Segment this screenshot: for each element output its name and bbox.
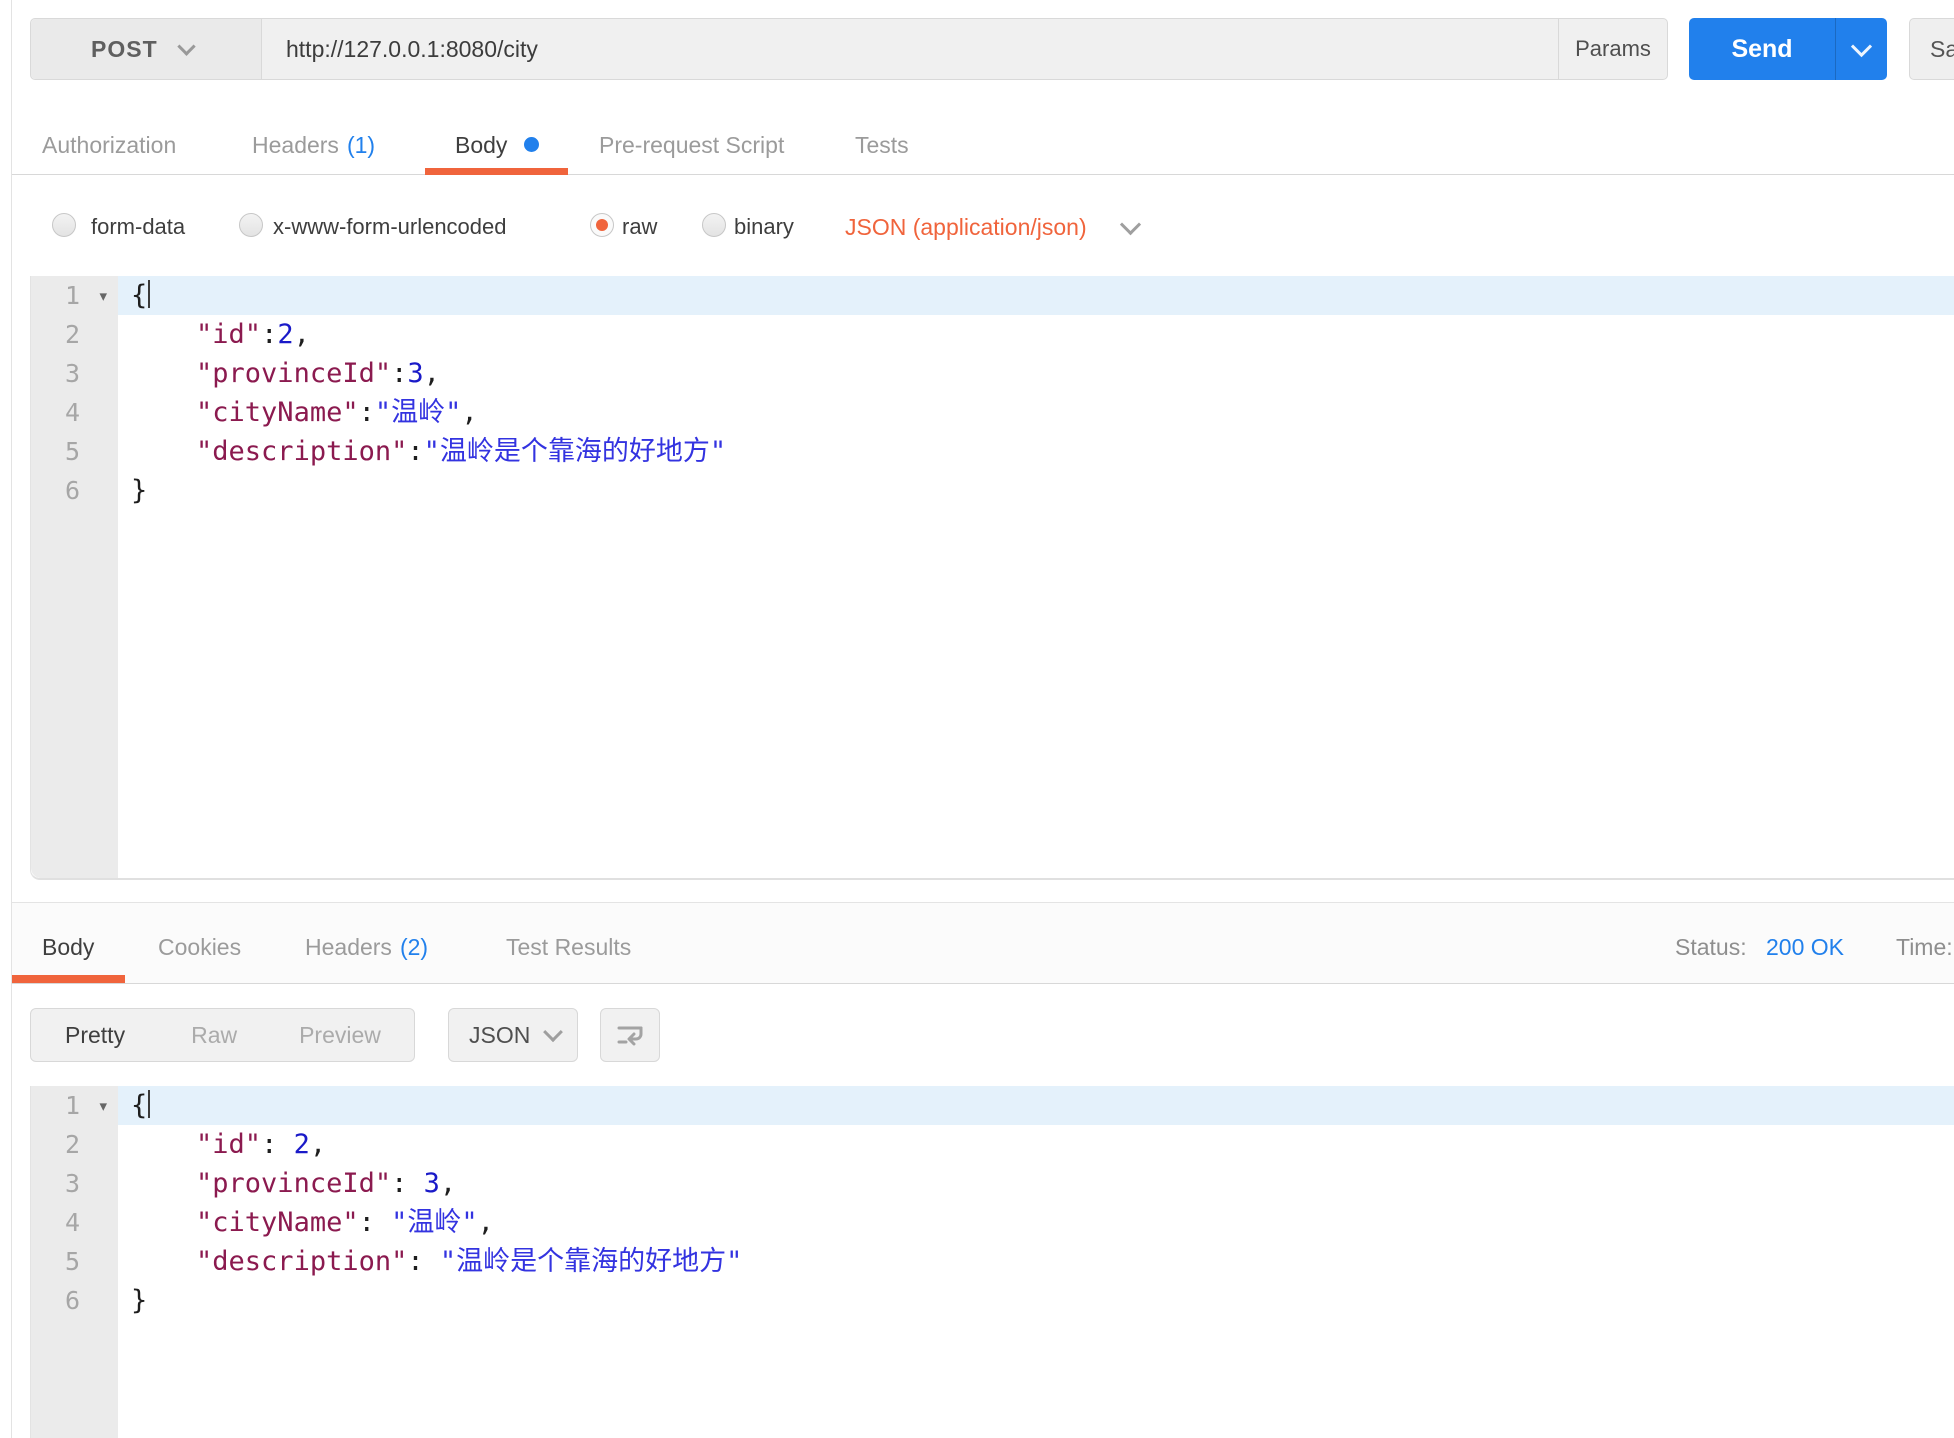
- body-content-dot-indicator: [524, 137, 539, 152]
- response-tab-cookies[interactable]: Cookies: [158, 934, 241, 961]
- line-number: 3: [31, 354, 118, 393]
- response-tab-test-results[interactable]: Test Results: [506, 934, 631, 961]
- send-label: Send: [1689, 35, 1835, 64]
- wrap-text-icon: [614, 1019, 646, 1051]
- request-tabs-border: [12, 174, 1954, 175]
- sidebar-edge: [0, 0, 12, 1438]
- response-toolbar: Pretty Raw Preview JSON: [30, 1008, 1954, 1062]
- code-line: }: [118, 1281, 1954, 1320]
- send-button[interactable]: Send: [1689, 18, 1887, 80]
- radio-x-www-form-urlencoded[interactable]: [239, 213, 263, 237]
- time-label: Time:: [1896, 934, 1953, 961]
- response-headers-label: Headers: [305, 934, 392, 960]
- code-line: {: [118, 1086, 1954, 1125]
- radio-raw[interactable]: [590, 213, 614, 237]
- code-line: "id":2,: [118, 315, 1954, 354]
- chevron-down-icon: [1851, 36, 1872, 57]
- line-number: 5: [31, 1242, 118, 1281]
- tab-headers[interactable]: Headers (1): [252, 132, 375, 159]
- params-button[interactable]: Params: [1558, 19, 1667, 79]
- response-language-dropdown[interactable]: JSON: [448, 1008, 578, 1062]
- send-options-button[interactable]: [1836, 42, 1887, 57]
- status-label: Status:: [1675, 934, 1747, 961]
- content-type-chevron[interactable]: [1103, 220, 1138, 240]
- line-number: 1▾: [31, 1086, 118, 1125]
- chevron-down-icon: [1120, 214, 1141, 235]
- response-tab-body[interactable]: Body: [42, 934, 94, 961]
- view-toggle-preview[interactable]: Preview: [299, 1022, 381, 1049]
- tab-authorization[interactable]: Authorization: [42, 132, 176, 159]
- radio-raw-label[interactable]: raw: [622, 214, 657, 240]
- view-toggle-group: Pretty Raw Preview: [30, 1008, 415, 1062]
- tab-body[interactable]: Body: [455, 132, 507, 159]
- code-line: "description": "温岭是个靠海的好地方": [118, 1242, 1954, 1281]
- line-number: 2: [31, 1125, 118, 1164]
- response-language-label: JSON: [469, 1022, 530, 1049]
- code-line: "description":"温岭是个靠海的好地方": [118, 432, 1954, 471]
- postman-window: { "colors": { "accent-blue": "#2180EC", …: [0, 0, 1954, 1438]
- text-cursor: [148, 280, 150, 308]
- radio-x-www-form-urlencoded-label[interactable]: x-www-form-urlencoded: [273, 214, 507, 240]
- url-text: http://127.0.0.1:8080/city: [286, 36, 538, 63]
- line-number-gutter: 1▾23456: [31, 1086, 118, 1438]
- view-toggle-raw[interactable]: Raw: [191, 1022, 237, 1049]
- tab-pre-request-script[interactable]: Pre-request Script: [599, 132, 784, 159]
- response-tab-headers[interactable]: Headers (2): [305, 934, 428, 961]
- chevron-down-icon: [543, 1022, 563, 1042]
- response-tabs: Body Cookies Headers (2) Test Results Sta…: [0, 934, 1954, 976]
- body-type-bar: form-data x-www-form-urlencoded raw bina…: [0, 205, 1954, 251]
- text-cursor: [148, 1090, 150, 1118]
- code-line: "provinceId": 3,: [118, 1164, 1954, 1203]
- radio-binary-label[interactable]: binary: [734, 214, 794, 240]
- method-dropdown[interactable]: POST: [31, 19, 262, 79]
- view-toggle-pretty[interactable]: Pretty: [65, 1022, 125, 1049]
- active-tab-underline: [425, 168, 568, 175]
- response-body-editor: 1▾23456 { "id": 2, "provinceId": 3, "cit…: [30, 1086, 1954, 1438]
- code-line: {: [118, 276, 1954, 315]
- line-number: 1▾: [31, 276, 118, 315]
- headers-count-badge: (1): [347, 132, 375, 158]
- code-line: "provinceId":3,: [118, 354, 1954, 393]
- radio-form-data[interactable]: [52, 213, 76, 237]
- line-number: 2: [31, 315, 118, 354]
- line-number-gutter: 1▾23456: [31, 276, 118, 878]
- line-number: 5: [31, 432, 118, 471]
- tab-headers-label: Headers: [252, 132, 339, 158]
- line-number: 4: [31, 1203, 118, 1242]
- line-number: 4: [31, 393, 118, 432]
- response-headers-count-badge: (2): [400, 934, 428, 960]
- line-number: 6: [31, 471, 118, 510]
- code-line: "id": 2,: [118, 1125, 1954, 1164]
- response-code-area: { "id": 2, "provinceId": 3, "cityName": …: [118, 1086, 1954, 1320]
- fold-toggle-icon[interactable]: ▾: [99, 277, 107, 316]
- line-number: 3: [31, 1164, 118, 1203]
- save-label: Save: [1930, 36, 1954, 63]
- request-code-area[interactable]: { "id":2, "provinceId":3, "cityName":"温岭…: [118, 276, 1954, 510]
- status-value[interactable]: 200 OK: [1766, 934, 1844, 961]
- url-builder-group: POST http://127.0.0.1:8080/city Params: [30, 18, 1668, 80]
- url-builder-row: POST http://127.0.0.1:8080/city Params S…: [30, 18, 1954, 80]
- code-line: }: [118, 471, 1954, 510]
- radio-binary[interactable]: [702, 213, 726, 237]
- params-label: Params: [1575, 36, 1651, 62]
- url-input[interactable]: http://127.0.0.1:8080/city: [262, 19, 1558, 79]
- tab-tests[interactable]: Tests: [855, 132, 909, 159]
- line-number: 6: [31, 1281, 118, 1320]
- code-line: "cityName":"温岭",: [118, 393, 1954, 432]
- code-line: "cityName": "温岭",: [118, 1203, 1954, 1242]
- save-button[interactable]: Save: [1909, 18, 1954, 80]
- radio-form-data-label[interactable]: form-data: [91, 214, 185, 240]
- chevron-down-icon: [177, 37, 195, 55]
- method-label: POST: [91, 36, 158, 63]
- response-active-tab-underline: [12, 975, 125, 983]
- request-tabs: Authorization Headers (1) Body Pre-reques…: [0, 132, 1954, 174]
- request-body-editor[interactable]: 1▾23456 { "id":2, "provinceId":3, "cityN…: [30, 276, 1954, 880]
- fold-toggle-icon[interactable]: ▾: [99, 1087, 107, 1126]
- response-tabs-border: [12, 983, 1954, 984]
- wrap-text-button[interactable]: [600, 1008, 660, 1062]
- content-type-dropdown[interactable]: JSON (application/json): [845, 214, 1087, 241]
